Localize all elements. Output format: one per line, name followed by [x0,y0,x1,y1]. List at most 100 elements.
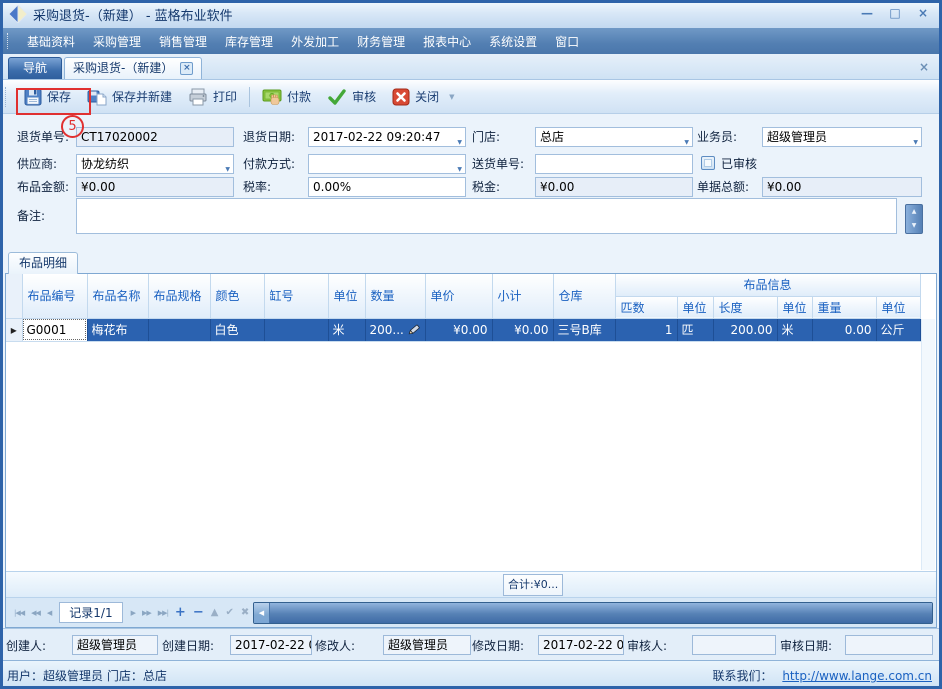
audited-checkbox[interactable] [701,156,715,170]
close-icon[interactable]: × [912,4,934,22]
col-header-warehouse[interactable]: 仓库 [553,274,615,318]
creator-label: 创建人: [6,637,46,654]
cell-unit-price[interactable]: ¥0.00 [425,318,492,341]
nav-next-page-icon[interactable]: ▶▶ [140,607,153,619]
col-header-color[interactable]: 颜色 [210,274,264,318]
salesman-select[interactable]: 超级管理员▼ [762,127,922,147]
detail-area: 布品明细 布品编号 布品名称 布品规格 颜色 [0,240,942,628]
delivery-no-label: 送货单号: [472,154,524,174]
chevron-down-icon[interactable]: ▼ [684,134,689,147]
col-header-rolls[interactable]: 匹数 [615,296,677,318]
website-link[interactable]: http://www.lange.com.cn [782,669,932,683]
col-header-vat-no[interactable]: 缸号 [264,274,328,318]
nav-last-icon[interactable]: ▶▶| [156,607,170,619]
creator-field: 超级管理员 [72,635,158,655]
cell-length-unit[interactable]: 米 [777,318,812,341]
nav-delete-icon[interactable]: − [191,603,206,622]
col-header-fabric-spec[interactable]: 布品规格 [148,274,210,318]
col-header-quantity[interactable]: 数量 [365,274,425,318]
menu-item-inventory[interactable]: 库存管理 [216,29,282,54]
chevron-down-icon[interactable]: ▼ [913,134,918,147]
minimize-icon[interactable]: — [856,4,878,22]
cell-warehouse[interactable]: 三号B库 [553,318,615,341]
nav-prior-icon[interactable]: ◀ [45,607,53,619]
supplier-select[interactable]: 协龙纺织▼ [76,154,234,174]
menu-item-finance[interactable]: 财务管理 [348,29,414,54]
nav-edit-icon[interactable]: ▲ [209,605,221,620]
cell-color[interactable]: 白色 [210,318,264,341]
close-doc-button[interactable]: 关闭 [384,85,447,109]
tab-close-icon[interactable]: × [180,62,193,75]
cell-rolls[interactable]: 1 [615,318,677,341]
payment-label: 付款 [287,88,311,105]
col-header-weight[interactable]: 重量 [812,296,876,318]
tab-purchase-return[interactable]: 采购退货-（新建） × [64,57,202,79]
col-header-weight-unit[interactable]: 单位 [876,296,920,318]
table-row[interactable]: ▸ G0001 梅花布 白色 米 200... [6,318,920,341]
return-no-field[interactable]: CT17020002 [76,127,234,147]
store-label: 门店: [472,127,500,147]
cell-weight-unit[interactable]: 公斤 [876,318,920,341]
vertical-scrollbar-track[interactable] [921,319,935,570]
pay-method-select[interactable]: ▼ [308,154,466,174]
nav-prior-page-icon[interactable]: ◀◀ [29,607,42,619]
cell-fabric-no[interactable]: G0001 [22,318,87,341]
save-and-new-button[interactable]: 保存并新建 [79,85,180,109]
col-header-unit[interactable]: 单位 [328,274,365,318]
menu-item-outsourcing[interactable]: 外发加工 [282,29,348,54]
tab-navigation[interactable]: 导航 [8,57,62,79]
nav-cancel-icon[interactable]: ✖ [239,605,251,620]
menu-item-settings[interactable]: 系统设置 [480,29,546,54]
menu-item-sales[interactable]: 销售管理 [150,29,216,54]
delivery-no-field[interactable] [535,154,693,174]
spin-up-icon[interactable]: ▲ [906,205,922,219]
payment-button[interactable]: 付款 [254,85,319,109]
create-date-field: 2017-02-22 09 [230,635,312,655]
print-button[interactable]: 打印 [180,85,245,109]
cell-vat-no[interactable] [264,318,328,341]
chevron-down-icon[interactable]: ▼ [225,161,230,174]
menu-item-base-data[interactable]: 基础资料 [18,29,84,54]
col-header-subtotal[interactable]: 小计 [492,274,553,318]
chevron-down-icon[interactable]: ▼ [457,161,462,174]
remark-textarea[interactable] [76,198,897,234]
return-date-field[interactable]: 2017-02-22 09:20:47▼ [308,127,466,147]
cell-length[interactable]: 200.00 [713,318,777,341]
window-controls: — □ × [856,4,934,22]
tab-fabric-detail[interactable]: 布品明细 [8,252,78,274]
col-header-unit-price[interactable]: 单价 [425,274,492,318]
menu-item-purchase[interactable]: 采购管理 [84,29,150,54]
cell-weight[interactable]: 0.00 [812,318,876,341]
spin-down-icon[interactable]: ▼ [906,219,922,233]
col-header-rolls-unit[interactable]: 单位 [677,296,713,318]
cell-fabric-name[interactable]: 梅花布 [87,318,148,341]
audit-button[interactable]: 审核 [319,85,384,109]
col-header-fabric-name[interactable]: 布品名称 [87,274,148,318]
menu-bar: 基础资料 采购管理 销售管理 库存管理 外发加工 财务管理 报表中心 系统设置 … [0,28,942,54]
menu-item-window[interactable]: 窗口 [546,29,588,54]
nav-insert-icon[interactable]: + [173,603,188,622]
menu-item-reports[interactable]: 报表中心 [414,29,480,54]
nav-first-icon[interactable]: |◀◀ [12,607,26,619]
chevron-down-icon[interactable]: ▼ [457,134,462,147]
maximize-icon[interactable]: □ [884,4,906,22]
scrollbar-thumb[interactable] [270,603,932,623]
tax-rate-field[interactable]: 0.00% [308,177,466,197]
store-select[interactable]: 总店▼ [535,127,693,147]
remark-scroll-control[interactable]: ▲ ▼ [905,204,923,234]
scroll-left-icon[interactable]: ◀ [254,603,270,623]
cell-subtotal[interactable]: ¥0.00 [492,318,553,341]
nav-next-icon[interactable]: ▶ [129,607,137,619]
nav-post-icon[interactable]: ✔ [223,605,235,620]
toolbar-dropdown-icon[interactable]: ▼ [449,93,454,101]
audited-label: 已审核 [721,154,757,174]
cell-unit[interactable]: 米 [328,318,365,341]
horizontal-scrollbar[interactable]: ◀ [253,602,933,624]
col-header-fabric-no[interactable]: 布品编号 [22,274,87,318]
tabstrip-close-icon[interactable]: × [919,60,929,74]
cell-rolls-unit[interactable]: 匹 [677,318,713,341]
col-header-length[interactable]: 长度 [713,296,777,318]
col-header-length-unit[interactable]: 单位 [777,296,812,318]
cell-quantity[interactable]: 200... [365,318,425,341]
cell-fabric-spec[interactable] [148,318,210,341]
